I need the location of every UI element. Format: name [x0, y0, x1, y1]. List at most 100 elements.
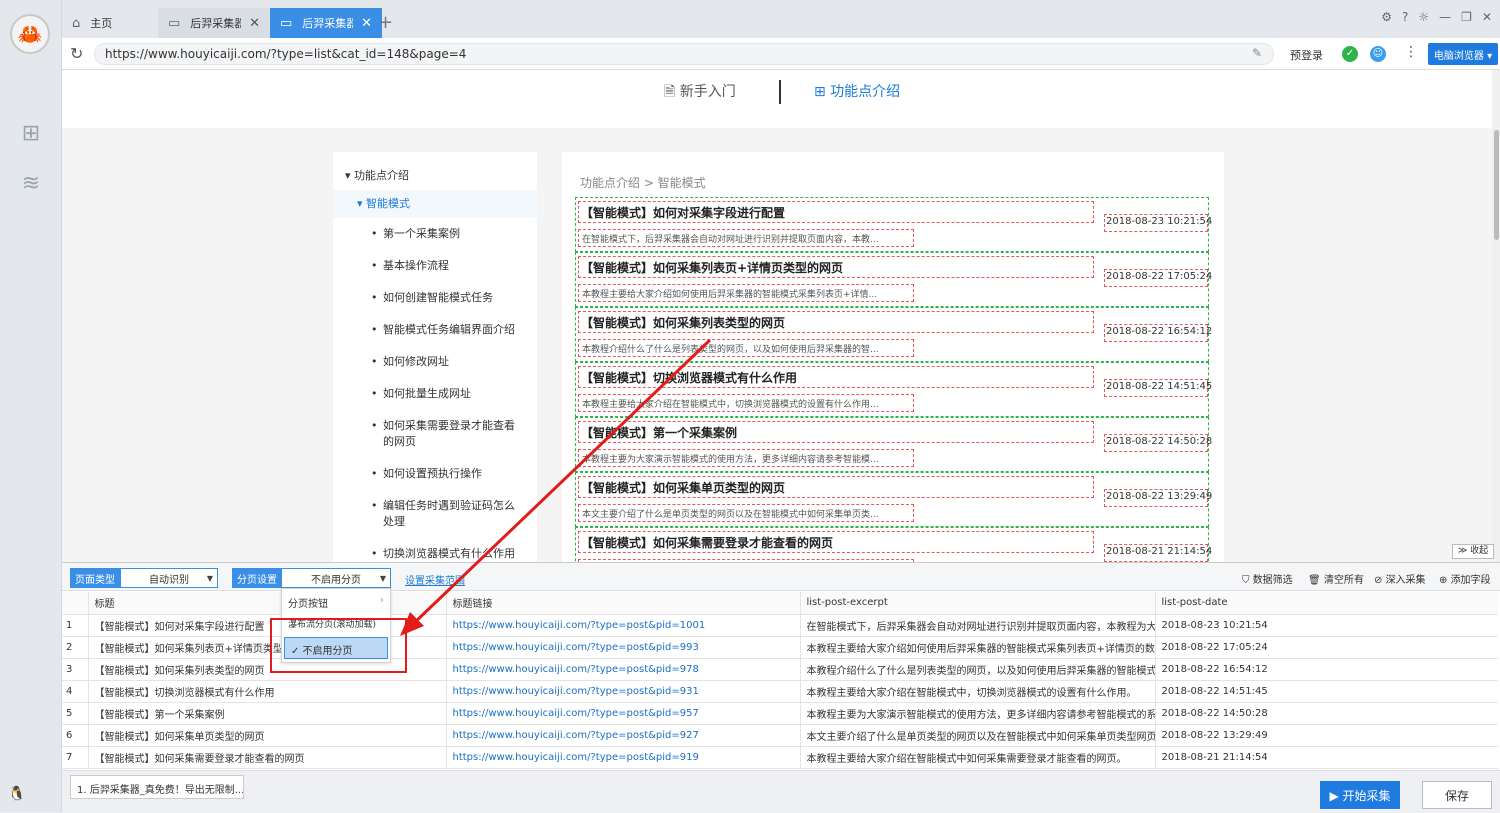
- table-row[interactable]: 4 【智能模式】切换浏览器模式有什么作用 https://www.houyica…: [62, 680, 1498, 703]
- paging-select[interactable]: 不启用分页 ▼: [281, 568, 391, 588]
- filter-icon: ⛉: [1242, 575, 1253, 586]
- window-controls: ⚙ ? ☼ — ❐ ✕: [1381, 10, 1492, 24]
- column-header[interactable]: list-post-date: [1155, 592, 1498, 615]
- sidebar-item[interactable]: 如何采集需要登录才能查看的网页: [383, 418, 523, 450]
- close-icon[interactable]: ✕: [361, 16, 372, 31]
- cell-excerpt[interactable]: 本教程介绍什么了什么是列表类型的网页，以及如何使用后羿采集器的智能模式采...: [800, 658, 1156, 681]
- table-row[interactable]: 5 【智能模式】第一个采集案例 https://www.houyicaiji.c…: [62, 702, 1498, 725]
- new-tab-button[interactable]: +: [378, 12, 393, 33]
- save-button[interactable]: 保存: [1422, 781, 1492, 809]
- deep-collect-button[interactable]: ⊘ 深入采集: [1374, 571, 1426, 586]
- cell-title[interactable]: 【智能模式】如何采集单页类型的网页: [88, 724, 447, 747]
- nav-features[interactable]: ⊞ 功能点介绍: [814, 81, 900, 101]
- sidebar-item[interactable]: 如何创建智能模式任务: [383, 290, 523, 306]
- article-item[interactable]: 【智能模式】第一个采集案例 2018-08-22 14:50:28 本教程主要为…: [575, 417, 1212, 472]
- page-scrollbar-thumb[interactable]: [1494, 130, 1499, 240]
- sidebar-section-smart-mode[interactable]: ▾ 智能模式: [357, 196, 410, 212]
- sidebar-item[interactable]: 如何修改网址: [383, 354, 523, 370]
- article-title[interactable]: 【智能模式】第一个采集案例: [578, 421, 1094, 443]
- sidebar-item[interactable]: 如何设置预执行操作: [383, 466, 523, 482]
- restore-button[interactable]: ❐: [1461, 10, 1472, 24]
- more-icon[interactable]: ⋮: [1404, 44, 1418, 60]
- column-header[interactable]: list-post-excerpt: [800, 592, 1156, 615]
- cell-title[interactable]: 【智能模式】切换浏览器模式有什么作用: [88, 680, 447, 703]
- penguin-icon[interactable]: 🐧: [8, 786, 25, 802]
- cell-link[interactable]: https://www.houyicaiji.com/?type=post&pi…: [446, 724, 801, 747]
- nav-beginner-guide[interactable]: 🗎 新手入门: [664, 81, 736, 105]
- article-title[interactable]: 【智能模式】如何采集单页类型的网页: [578, 476, 1094, 498]
- cell-date[interactable]: 2018-08-21 21:14:54: [1155, 746, 1498, 769]
- user-icon[interactable]: ☺: [1370, 46, 1386, 62]
- cell-excerpt[interactable]: 本教程主要给大家介绍在智能模式中，切换浏览器模式的设置有什么作用。: [800, 680, 1156, 703]
- start-collect-button[interactable]: ▶ 开始采集: [1320, 781, 1400, 809]
- cell-excerpt[interactable]: 本文主要介绍了什么是单页类型的网页以及在智能模式中如何采集单页类型网页中...: [800, 724, 1156, 747]
- cell-date[interactable]: 2018-08-22 16:54:12: [1155, 658, 1498, 681]
- sidebar-root[interactable]: ▾ 功能点介绍: [345, 168, 409, 184]
- sidebar-item[interactable]: 如何批量生成网址: [383, 386, 523, 402]
- cell-date[interactable]: 2018-08-22 17:05:24: [1155, 636, 1498, 659]
- article-title[interactable]: 【智能模式】如何对采集字段进行配置: [578, 201, 1094, 223]
- sidebar-item[interactable]: 基本操作流程: [383, 258, 523, 274]
- article-item[interactable]: 【智能模式】如何采集列表类型的网页 2018-08-22 16:54:12 本教…: [575, 307, 1212, 362]
- reload-icon[interactable]: ↻: [70, 44, 83, 63]
- article-title[interactable]: 【智能模式】如何采集需要登录才能查看的网页: [578, 531, 1094, 553]
- cell-link[interactable]: https://www.houyicaiji.com/?type=post&pi…: [446, 614, 801, 637]
- article-item[interactable]: 【智能模式】如何对采集字段进行配置 2018-08-23 10:21:54 在智…: [575, 197, 1212, 252]
- column-header[interactable]: 标题: [88, 592, 447, 615]
- help-icon[interactable]: ?: [1402, 10, 1408, 24]
- cell-excerpt[interactable]: 在智能模式下，后羿采集器会自动对网址进行识别并提取页面内容，本教程为大家...: [800, 614, 1156, 637]
- article-title[interactable]: 【智能模式】如何采集列表页+详情页类型的网页: [578, 256, 1094, 278]
- prelogin-button[interactable]: 预登录: [1290, 47, 1323, 63]
- page-type-select[interactable]: 自动识别 ▼: [120, 568, 218, 588]
- status-message[interactable]: 1. 后羿采集器_真免费！导出无限制...: [70, 775, 244, 799]
- cell-excerpt[interactable]: 本教程主要为大家演示智能模式的使用方法，更多详细内容请参考智能模式的系列...: [800, 702, 1156, 725]
- article-item[interactable]: 【智能模式】如何采集单页类型的网页 2018-08-22 13:29:49 本文…: [575, 472, 1212, 527]
- shield-icon[interactable]: ✓: [1342, 46, 1358, 62]
- sidebar-item[interactable]: 第一个采集案例: [383, 226, 523, 242]
- cell-date[interactable]: 2018-08-22 14:51:45: [1155, 680, 1498, 703]
- sidebar-item[interactable]: 切换浏览器模式有什么作用: [383, 546, 523, 562]
- tab-collector-1[interactable]: ▭ 后羿采集器... ✕: [158, 8, 270, 38]
- edit-url-icon[interactable]: ✎: [1252, 46, 1262, 60]
- settings-icon[interactable]: ⚙: [1381, 10, 1392, 24]
- cell-title[interactable]: 【智能模式】如何采集需要登录才能查看的网页: [88, 746, 447, 769]
- article-item[interactable]: 【智能模式】如何采集列表页+详情页类型的网页 2018-08-22 17:05:…: [575, 252, 1212, 307]
- cell-link[interactable]: https://www.houyicaiji.com/?type=post&pi…: [446, 680, 801, 703]
- cell-date[interactable]: 2018-08-23 10:21:54: [1155, 614, 1498, 637]
- table-row[interactable]: 7 【智能模式】如何采集需要登录才能查看的网页 https://www.houy…: [62, 746, 1498, 769]
- option-paging-button[interactable]: 分页按钮 ›: [282, 591, 390, 613]
- minimize-button[interactable]: —: [1439, 10, 1451, 24]
- cell-link[interactable]: https://www.houyicaiji.com/?type=post&pi…: [446, 636, 801, 659]
- cell-date[interactable]: 2018-08-22 13:29:49: [1155, 724, 1498, 747]
- tab-home[interactable]: ⌂ 主页: [62, 8, 158, 38]
- url-input[interactable]: https://www.houyicaiji.com/?type=list&ca…: [94, 43, 1274, 65]
- browser-mode-dropdown[interactable]: 电脑浏览器 ▾: [1428, 43, 1498, 65]
- skin-icon[interactable]: ☼: [1418, 10, 1429, 24]
- cell-excerpt[interactable]: 本教程主要给大家介绍在智能模式中如何采集需要登录才能查看的网页。: [800, 746, 1156, 769]
- cell-link[interactable]: https://www.houyicaiji.com/?type=post&pi…: [446, 746, 801, 769]
- option-label: 分页按钮: [288, 599, 328, 610]
- cell-date[interactable]: 2018-08-22 14:50:28: [1155, 702, 1498, 725]
- table-row[interactable]: 6 【智能模式】如何采集单页类型的网页 https://www.houyicai…: [62, 724, 1498, 747]
- filter-button[interactable]: ⛉ 数据筛选: [1242, 571, 1293, 586]
- collapse-button[interactable]: ≫ 收起: [1452, 544, 1494, 559]
- close-window-button[interactable]: ✕: [1482, 10, 1492, 24]
- cell-title[interactable]: 【智能模式】第一个采集案例: [88, 702, 447, 725]
- sidebar-item[interactable]: 编辑任务时遇到验证码怎么处理: [383, 498, 523, 530]
- cell-excerpt[interactable]: 本教程主要给大家介绍如何使用后羿采集器的智能模式采集列表页+详情页的数据。: [800, 636, 1156, 659]
- tab-collector-2-active[interactable]: ▭ 后羿采集器... ✕: [270, 8, 382, 38]
- article-item[interactable]: 【智能模式】如何采集需要登录才能查看的网页 2018-08-21 21:14:5…: [575, 527, 1212, 562]
- layers-icon[interactable]: ≋: [18, 170, 44, 196]
- column-header[interactable]: 标题链接: [446, 592, 801, 615]
- clear-all-button[interactable]: 🗑 清空所有: [1308, 571, 1364, 586]
- cell-link[interactable]: https://www.houyicaiji.com/?type=post&pi…: [446, 702, 801, 725]
- sidebar-item[interactable]: 智能模式任务编辑界面介绍: [383, 322, 523, 338]
- article-title[interactable]: 【智能模式】如何采集列表类型的网页: [578, 311, 1094, 333]
- article-item[interactable]: 【智能模式】切换浏览器模式有什么作用 2018-08-22 14:51:45 本…: [575, 362, 1212, 417]
- close-icon[interactable]: ✕: [249, 16, 260, 31]
- new-task-icon[interactable]: ⊞: [18, 120, 44, 146]
- add-field-button[interactable]: ⊕ 添加字段: [1439, 571, 1491, 586]
- article-title[interactable]: 【智能模式】切换浏览器模式有什么作用: [578, 366, 1094, 388]
- cell-link[interactable]: https://www.houyicaiji.com/?type=post&pi…: [446, 658, 801, 681]
- set-range-link[interactable]: 设置采集范围: [405, 572, 465, 587]
